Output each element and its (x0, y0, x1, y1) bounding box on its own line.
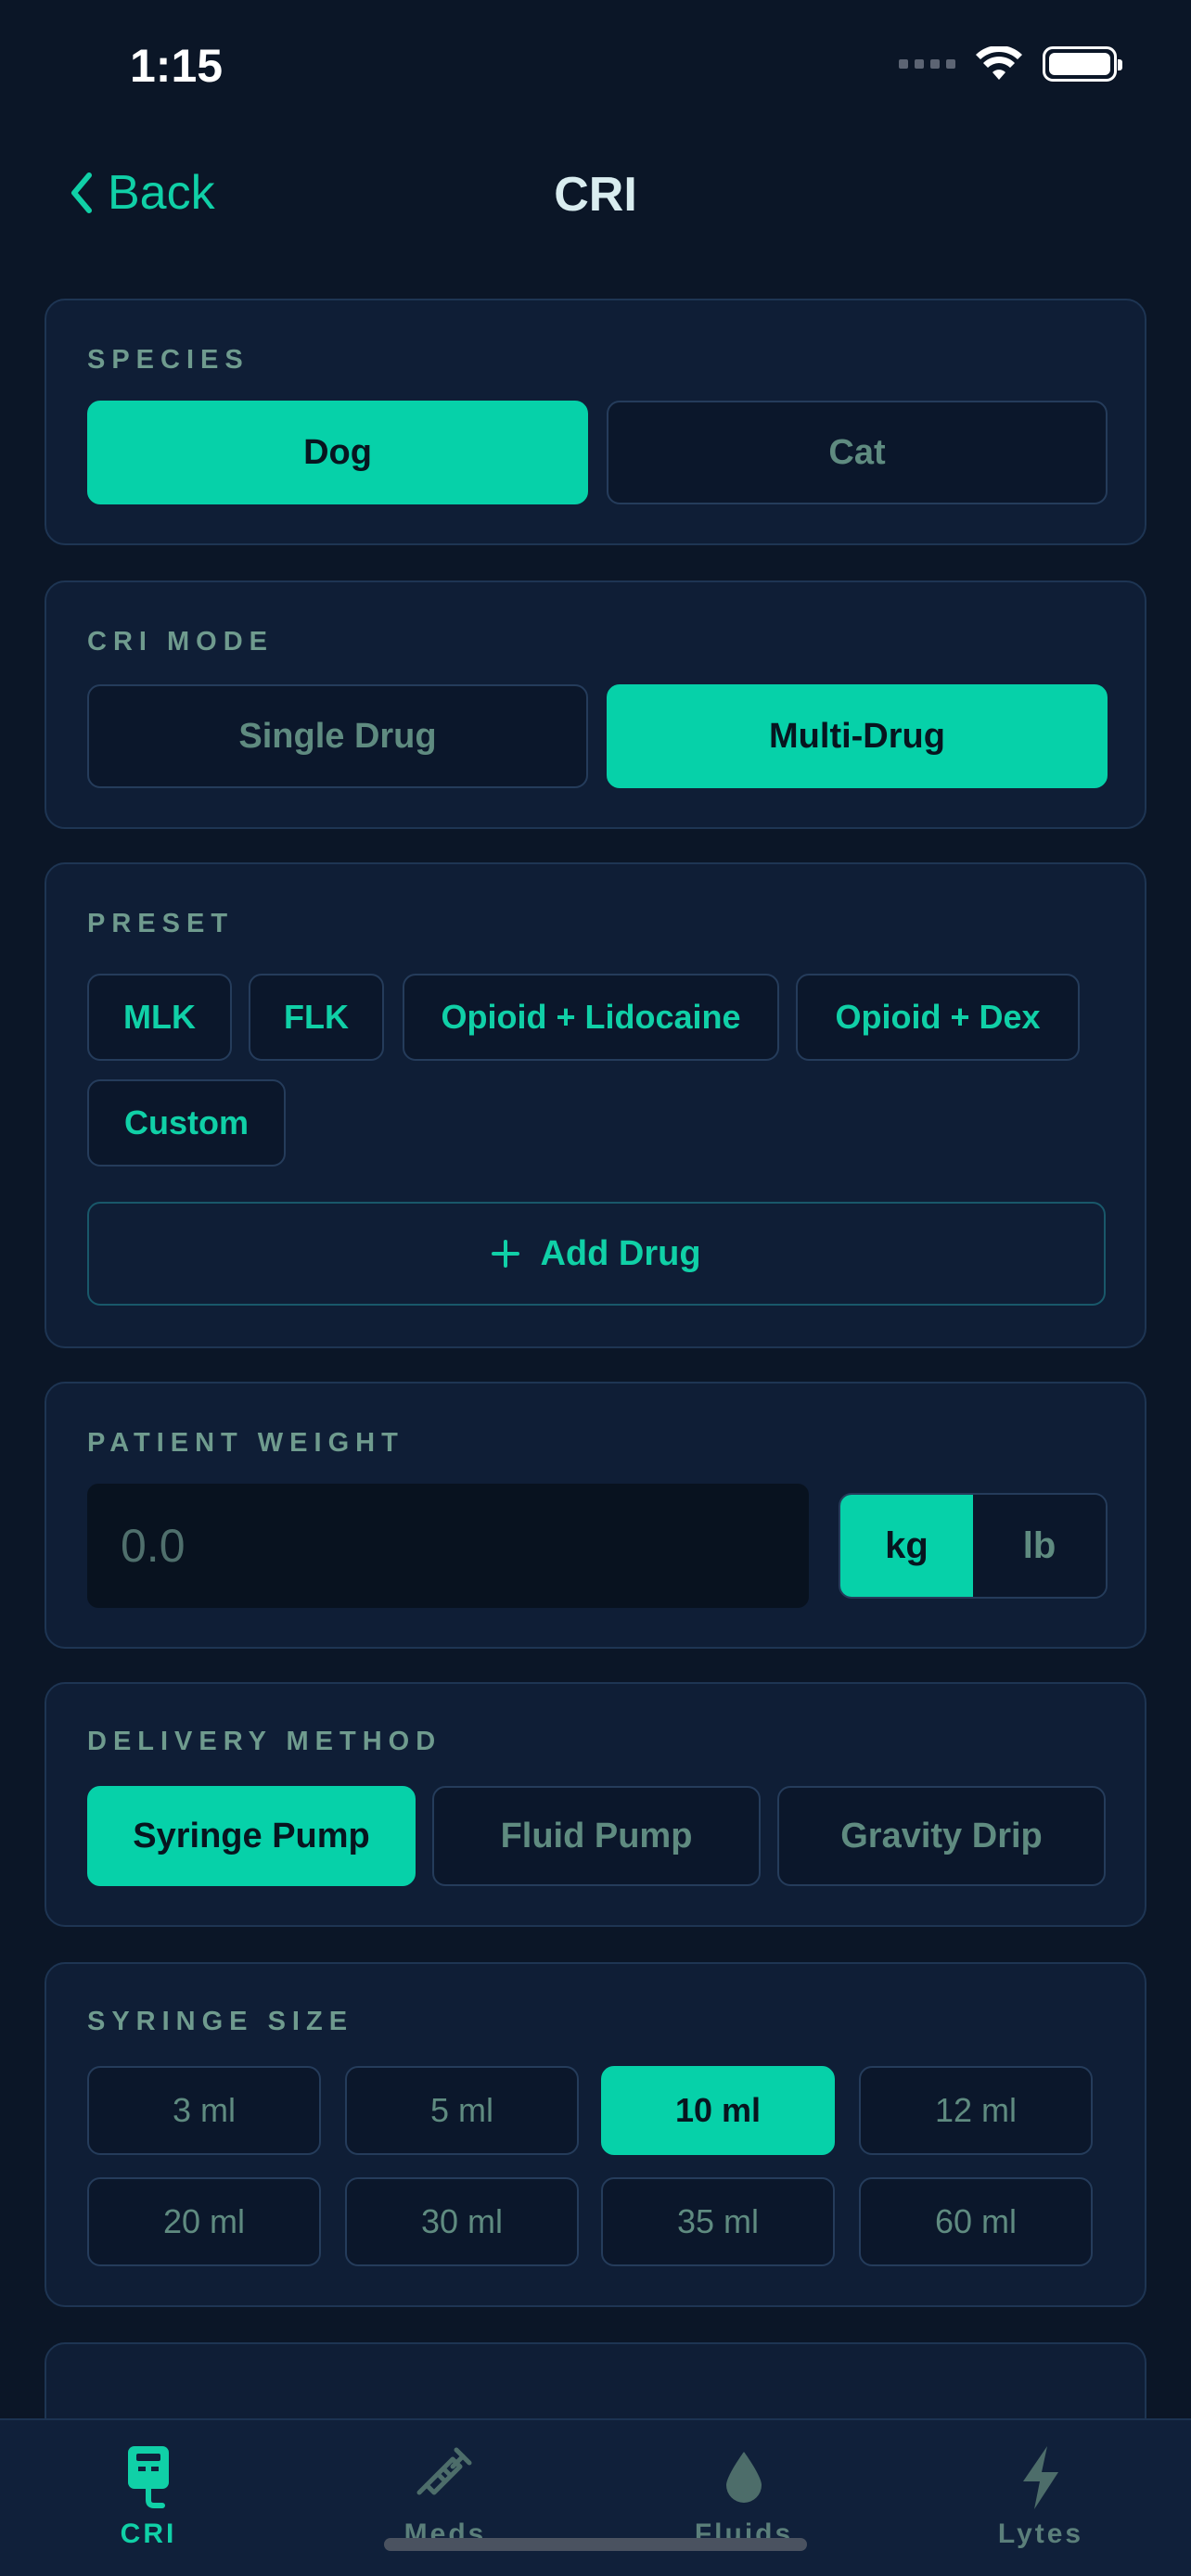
tab-cri-label: CRI (120, 2519, 177, 2549)
syringe-option-35ml[interactable]: 35 ml (601, 2177, 835, 2266)
battery-icon (1043, 46, 1122, 82)
species-option-dog[interactable]: Dog (87, 401, 588, 504)
preset-card: PRESET MLK FLK Opioid + Lidocaine Opioid… (45, 862, 1146, 1348)
patient-weight-label: PATIENT WEIGHT (87, 1428, 404, 1458)
syringe-option-20ml[interactable]: 20 ml (87, 2177, 321, 2266)
add-drug-button[interactable]: Add Drug (87, 1202, 1106, 1306)
preset-chip-opioid-dex[interactable]: Opioid + Dex (796, 974, 1080, 1061)
cri-mode-card: CRI MODE Single Drug Multi-Drug (45, 580, 1146, 829)
syringe-size-label: SYRINGE SIZE (87, 2007, 354, 2036)
mode-option-single-drug[interactable]: Single Drug (87, 684, 588, 788)
wifi-icon (976, 46, 1022, 80)
cri-mode-label: CRI MODE (87, 627, 274, 657)
add-drug-label: Add Drug (540, 1233, 701, 1273)
status-time: 1:15 (130, 40, 224, 92)
unit-option-kg[interactable]: kg (840, 1495, 973, 1597)
preset-label: PRESET (87, 909, 235, 938)
syringe-option-3ml[interactable]: 3 ml (87, 2066, 321, 2155)
preset-chip-custom[interactable]: Custom (87, 1079, 286, 1167)
syringe-icon (416, 2447, 472, 2495)
preset-chip-opioid-lidocaine[interactable]: Opioid + Lidocaine (403, 974, 779, 1061)
tab-cri[interactable]: CRI (56, 2444, 241, 2550)
tab-bar: CRI Meds Fluids Lytes (0, 2418, 1191, 2576)
delivery-method-card: DELIVERY METHOD Syringe Pump Fluid Pump … (45, 1682, 1146, 1927)
droplet-icon (726, 2452, 762, 2503)
status-bar: 1:15 (0, 0, 1191, 130)
tab-lytes-label: Lytes (997, 2519, 1084, 2549)
tab-lytes[interactable]: Lytes (948, 2444, 1133, 2550)
syringe-option-30ml[interactable]: 30 ml (345, 2177, 579, 2266)
preset-chip-flk[interactable]: FLK (249, 974, 384, 1061)
delivery-option-fluid-pump[interactable]: Fluid Pump (432, 1786, 761, 1886)
navigation-bar: Back CRI (0, 148, 1191, 241)
syringe-option-10ml[interactable]: 10 ml (601, 2066, 835, 2155)
patient-weight-card: PATIENT WEIGHT 0.0 kg lb (45, 1382, 1146, 1649)
unit-option-lb[interactable]: lb (973, 1495, 1106, 1597)
preset-chip-mlk[interactable]: MLK (87, 974, 232, 1061)
species-card: SPECIES Dog Cat (45, 299, 1146, 545)
delivery-method-label: DELIVERY METHOD (87, 1727, 442, 1756)
weight-unit-toggle: kg lb (839, 1493, 1108, 1599)
home-indicator (384, 2538, 807, 2551)
tab-fluids[interactable]: Fluids (651, 2444, 837, 2550)
delivery-option-syringe-pump[interactable]: Syringe Pump (87, 1786, 416, 1886)
iv-pump-icon (128, 2446, 169, 2508)
species-option-cat[interactable]: Cat (607, 401, 1108, 504)
status-icons (899, 46, 1122, 82)
page-title: CRI (554, 168, 637, 222)
syringe-option-60ml[interactable]: 60 ml (859, 2177, 1093, 2266)
cellular-signal-icon (899, 59, 955, 69)
species-label: SPECIES (87, 345, 250, 375)
syringe-option-5ml[interactable]: 5 ml (345, 2066, 579, 2155)
plus-icon (492, 1240, 520, 1268)
syringe-option-12ml[interactable]: 12 ml (859, 2066, 1093, 2155)
syringe-size-card: SYRINGE SIZE 3 ml 5 ml 10 ml 12 ml 20 ml… (45, 1962, 1146, 2307)
weight-input[interactable]: 0.0 (87, 1484, 809, 1608)
bolt-icon (1023, 2446, 1058, 2509)
delivery-option-gravity-drip[interactable]: Gravity Drip (777, 1786, 1106, 1886)
tab-meds[interactable]: Meds (352, 2444, 538, 2550)
mode-option-multi-drug[interactable]: Multi-Drug (607, 684, 1108, 788)
